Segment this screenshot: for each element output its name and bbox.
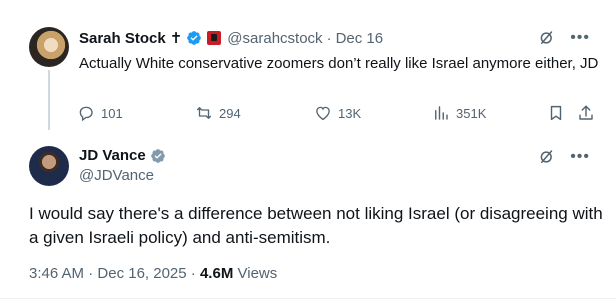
bookmark-icon bbox=[550, 105, 562, 121]
reply-count: 101 bbox=[101, 105, 123, 121]
tweet-text: Actually White conservative zoomers don’… bbox=[79, 55, 599, 72]
tweet-text: I would say there's a difference between… bbox=[29, 204, 603, 247]
views-label: Views bbox=[237, 265, 278, 282]
avatar[interactable] bbox=[29, 27, 69, 67]
author-handle[interactable]: @sarahcstock bbox=[227, 30, 322, 47]
grok-icon[interactable] bbox=[538, 148, 556, 166]
government-badge-icon[interactable] bbox=[150, 148, 166, 164]
reply-button[interactable]: 101 bbox=[77, 104, 123, 122]
author-name[interactable]: JD Vance bbox=[79, 147, 146, 164]
separator-dot: · bbox=[190, 265, 196, 282]
affiliate-badge-icon[interactable] bbox=[207, 31, 222, 45]
divider bbox=[0, 298, 616, 299]
views-count[interactable]: 4.6M bbox=[200, 265, 233, 282]
reply-icon bbox=[79, 106, 93, 122]
author-name[interactable]: Sarah Stock bbox=[79, 30, 166, 47]
tweet-time[interactable]: 3:46 AM bbox=[29, 265, 84, 282]
tweet-top-actions: ••• bbox=[538, 29, 590, 47]
separator-dot: · bbox=[88, 265, 94, 282]
views-icon bbox=[435, 106, 448, 120]
separator-dot: · bbox=[326, 29, 332, 47]
avatar[interactable] bbox=[29, 146, 69, 186]
verified-badge-icon[interactable] bbox=[186, 30, 202, 46]
retweet-button[interactable]: 294 bbox=[195, 104, 241, 122]
main-tweet-header: JD Vance bbox=[79, 147, 166, 164]
bookmark-button[interactable] bbox=[547, 104, 565, 122]
tweet-metadata: 3:46 AM · Dec 16, 2025 · 4.6M Views bbox=[29, 265, 277, 282]
tweet-top-actions: ••• bbox=[538, 148, 590, 166]
share-button[interactable] bbox=[577, 104, 595, 122]
author-handle[interactable]: @JDVance bbox=[79, 167, 154, 184]
views-count: 351K bbox=[456, 105, 487, 121]
tweet-header: Sarah Stock ✝ @sarahcstock · Dec 16 bbox=[79, 28, 383, 48]
retweet-count: 294 bbox=[219, 105, 241, 121]
like-count: 13K bbox=[338, 105, 362, 121]
more-icon[interactable]: ••• bbox=[570, 148, 590, 166]
more-icon[interactable]: ••• bbox=[570, 29, 590, 47]
views-button[interactable]: 351K bbox=[432, 104, 486, 122]
reply-tweet[interactable]: Sarah Stock ✝ @sarahcstock · Dec 16 ••• … bbox=[0, 0, 616, 135]
heart-icon bbox=[316, 106, 330, 121]
retweet-icon bbox=[196, 107, 212, 119]
tweet-action-bar: 101 294 13K 351K bbox=[77, 104, 597, 124]
grok-icon[interactable] bbox=[538, 29, 556, 47]
like-button[interactable]: 13K bbox=[314, 104, 361, 122]
tweet-date[interactable]: Dec 16, 2025 bbox=[97, 265, 186, 282]
tweet-date[interactable]: Dec 16 bbox=[336, 30, 384, 47]
share-icon bbox=[579, 105, 593, 120]
cross-symbol: ✝ bbox=[169, 30, 183, 47]
